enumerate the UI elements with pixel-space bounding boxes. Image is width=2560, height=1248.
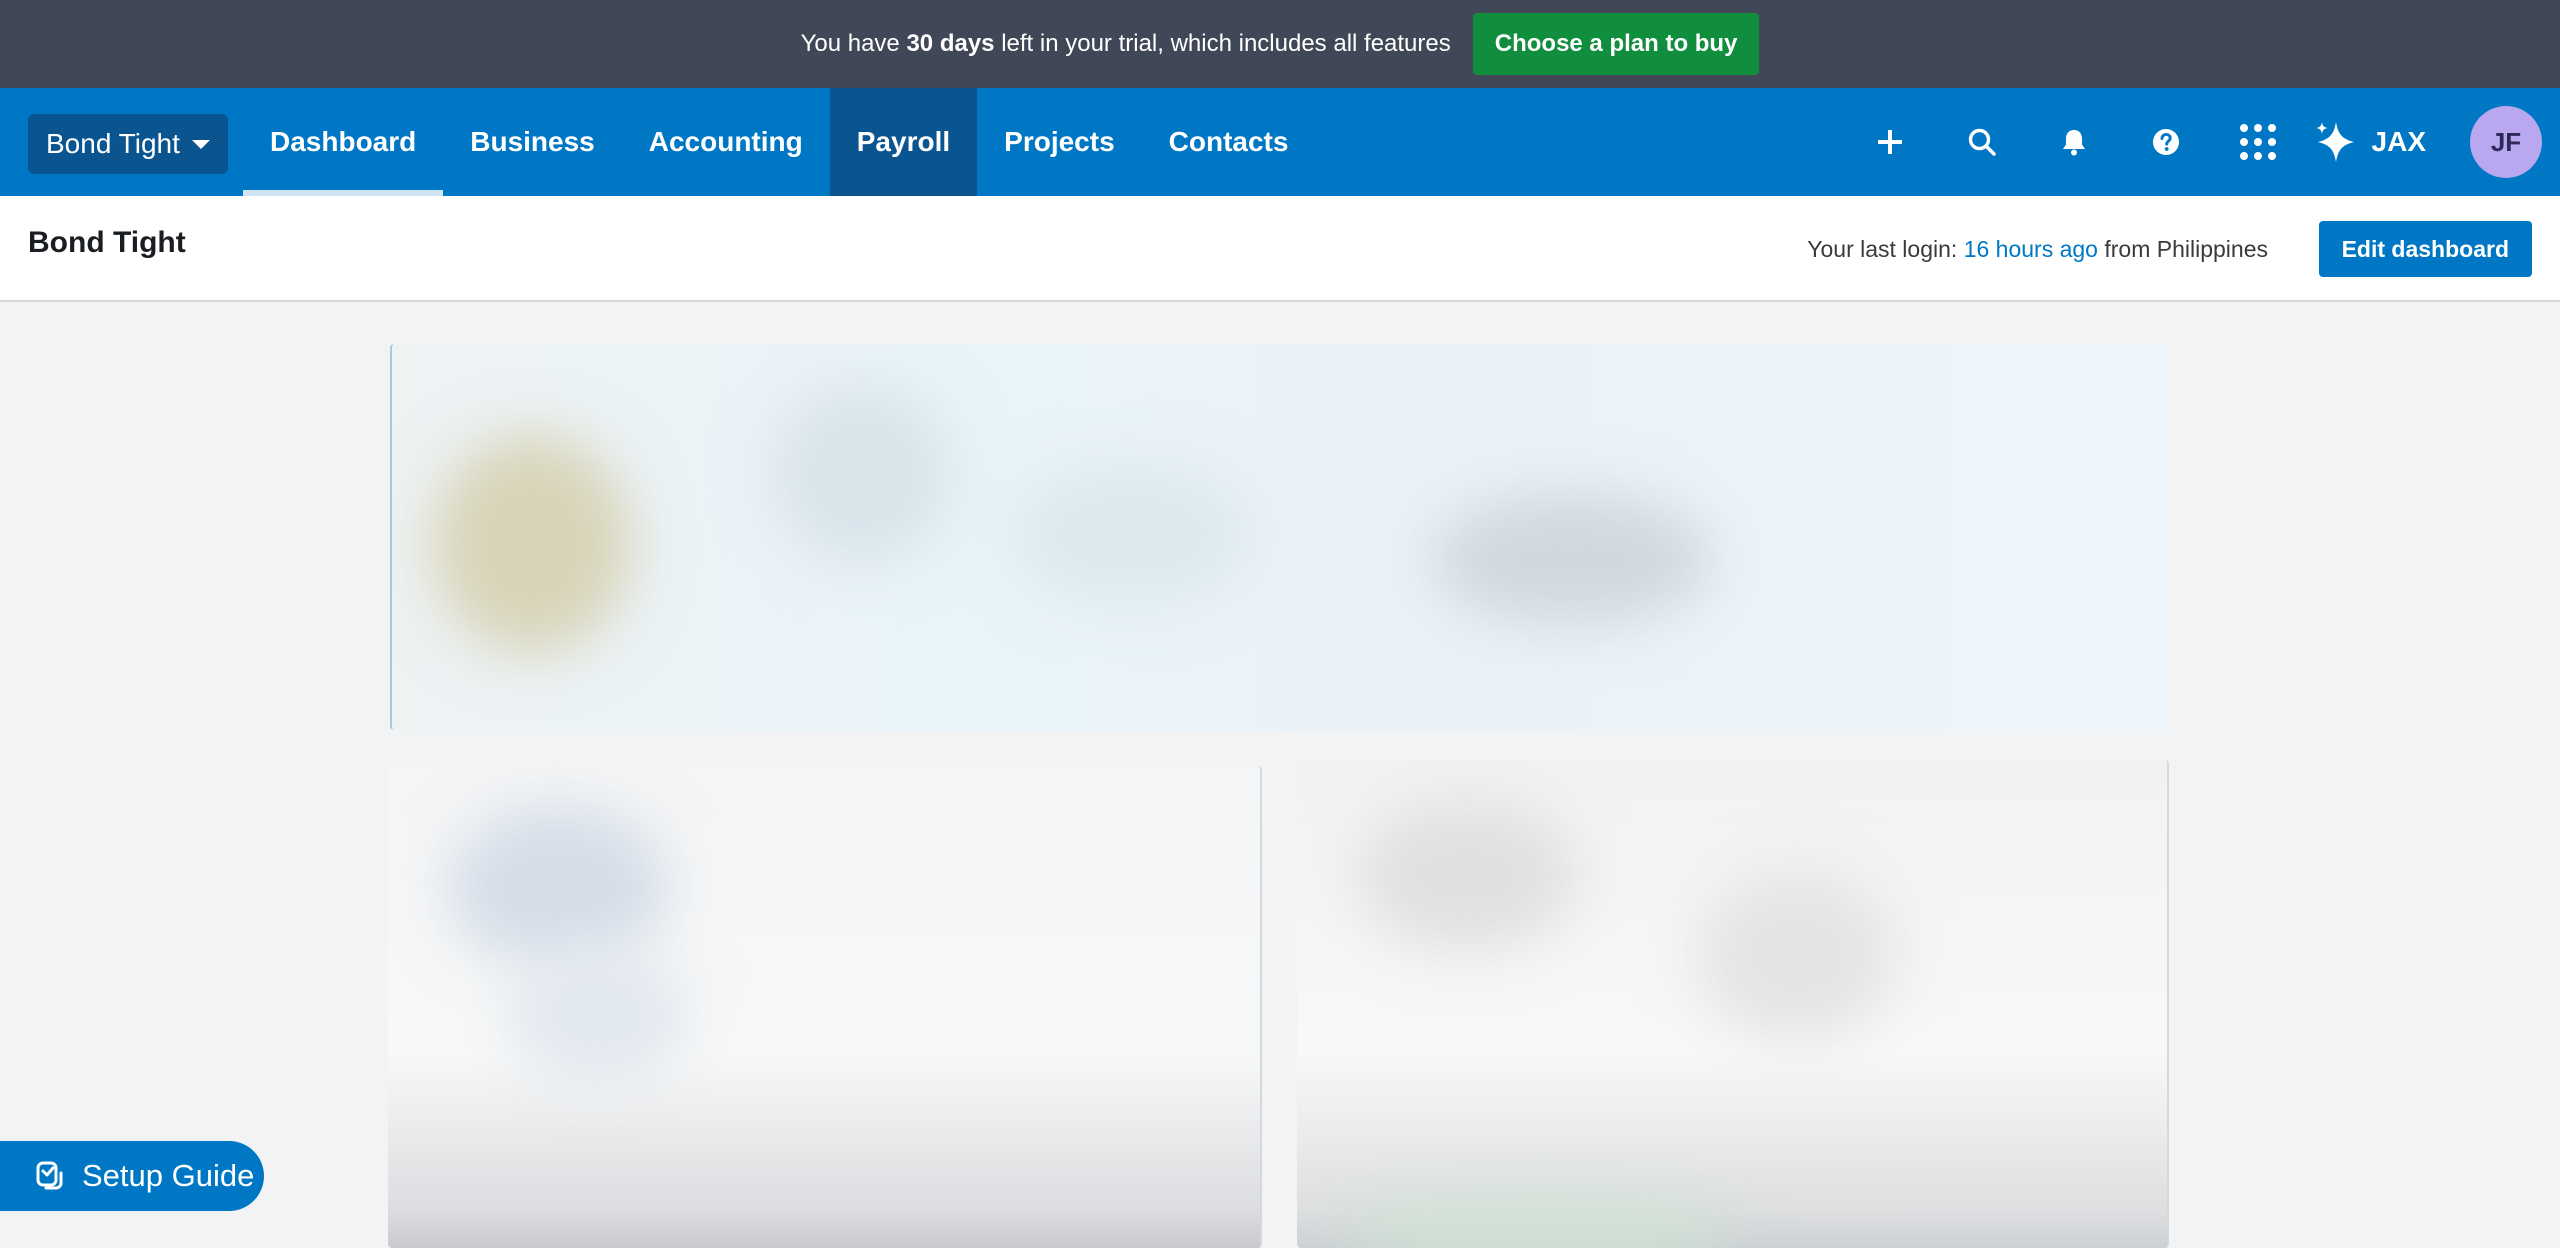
trial-days: 30 days [906,30,995,57]
tab-projects[interactable]: Projects [977,88,1142,196]
tab-accounting[interactable]: Accounting [622,88,830,196]
tab-business[interactable]: Business [443,88,622,196]
caret-down-icon [191,139,210,149]
tab-contacts[interactable]: Contacts [1142,88,1316,196]
blurred-banner-widget [390,344,2170,730]
page-title: Bond Tight [28,226,186,259]
nav-tabs: Dashboard Business Accounting Payroll Pr… [243,88,1315,196]
company-switcher[interactable]: Bond Tight [28,114,228,174]
jax-label: JAX [2371,126,2426,157]
nav-actions: JAX JF [1844,88,2560,196]
checklist-icon [36,1161,63,1190]
jax-assistant-button[interactable]: JAX [2314,120,2426,164]
app-grid-icon [2239,124,2276,160]
trial-message: You have 30 days left in your trial, whi… [800,30,1451,57]
bell-icon [2062,130,2085,156]
tab-dashboard[interactable]: Dashboard [243,88,444,196]
edit-dashboard-button[interactable]: Edit dashboard [2318,221,2532,277]
help-icon [2152,129,2179,155]
trial-banner: You have 30 days left in your trial, whi… [0,0,2560,88]
setup-guide-label: Setup Guide [82,1158,255,1193]
tab-payroll[interactable]: Payroll [829,88,978,196]
create-button[interactable] [1844,88,1936,196]
setup-guide-button[interactable]: Setup Guide [0,1141,264,1211]
blurred-chart-widget-right [1297,760,2169,1248]
last-login-info: Your last login: 16 hours ago from Phili… [1807,236,2268,262]
top-nav: Bond Tight Dashboard Business Accounting… [0,88,2560,196]
search-icon [1968,128,1996,156]
choose-plan-button[interactable]: Choose a plan to buy [1472,13,1760,75]
blurred-chart-widget-left [388,766,1262,1248]
plus-icon [1877,130,1902,154]
page-header: Bond Tight Your last login: 16 hours ago… [0,196,2560,302]
company-name: Bond Tight [46,128,180,159]
help-button[interactable] [2120,88,2212,196]
notifications-button[interactable] [2028,88,2120,196]
avatar[interactable]: JF [2470,106,2542,178]
sparkle-icon [2315,122,2354,162]
search-button[interactable] [1936,88,2028,196]
apps-button[interactable] [2212,88,2304,196]
last-login-link[interactable]: 16 hours ago [1964,236,2098,262]
